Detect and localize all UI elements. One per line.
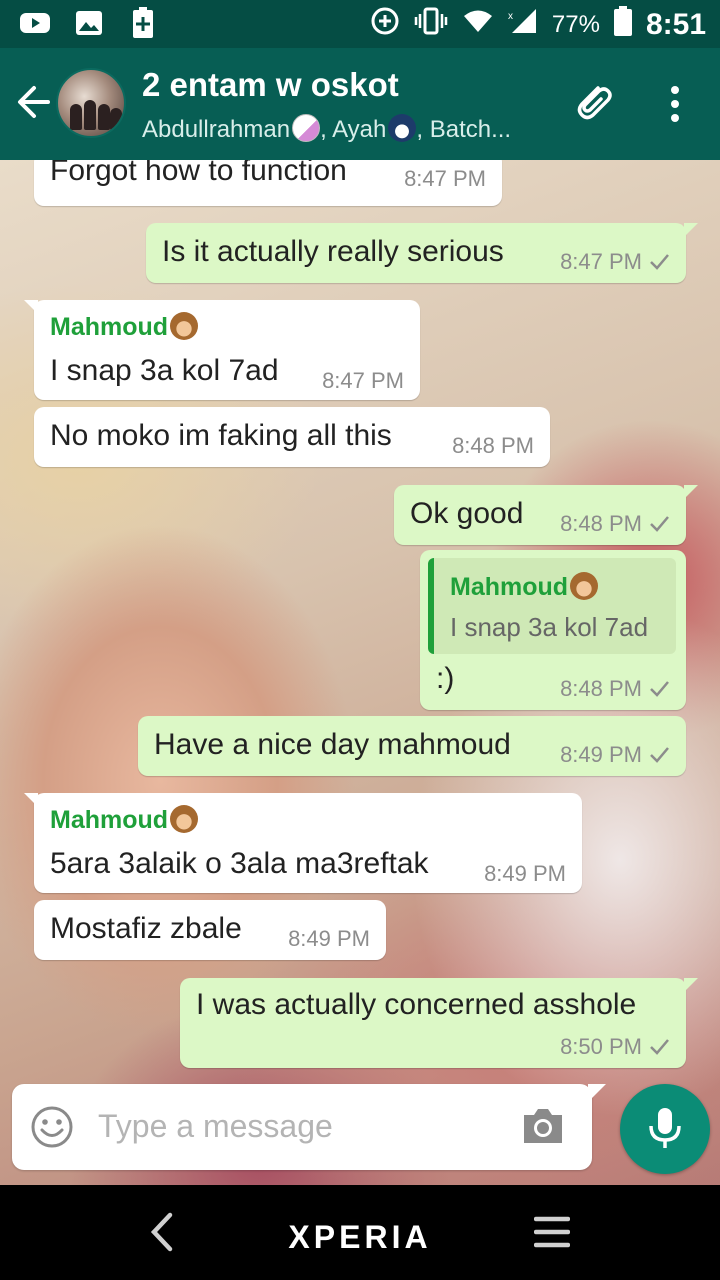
message-time: 8:48 PM — [452, 433, 534, 458]
emoji-icon[interactable] — [30, 1105, 74, 1149]
message-time: 8:49 PM — [288, 926, 370, 951]
battery-percent: 77% — [551, 10, 600, 38]
message-incoming[interactable]: Mostafiz zbale 8:49 PM — [34, 900, 386, 960]
group-participants[interactable]: Abdullrahman , Ayah , Batch... — [142, 114, 511, 144]
message-incoming[interactable]: Mahmoud 5ara 3alaik o 3ala ma3reftak 8:4… — [24, 793, 582, 893]
system-nav-bar: XPERIA — [0, 1185, 720, 1280]
participant-name: , Ayah — [320, 116, 387, 143]
message-incoming[interactable]: Mahmoud I snap 3a kol 7ad 8:47 PM — [24, 300, 420, 400]
message-time: 8:49 PM — [560, 742, 642, 767]
battery-icon — [613, 6, 632, 43]
group-title[interactable]: 2 entam w oskot — [142, 66, 399, 104]
sent-check-icon — [650, 1039, 669, 1055]
battery-saver-icon — [126, 7, 160, 38]
message-composer[interactable]: Type a message — [12, 1084, 592, 1170]
camera-icon[interactable] — [520, 1106, 566, 1146]
signal-icon: x — [508, 7, 538, 42]
message-time: 8:48 PM — [560, 676, 642, 701]
message-meta: 8:49 PM — [560, 742, 670, 768]
penguin-emoji-icon — [388, 114, 417, 142]
message-text: Mostafiz zbale — [50, 912, 242, 945]
message-meta: 8:48 PM — [560, 676, 670, 702]
more-vert-icon[interactable] — [660, 84, 690, 124]
message-meta: 8:47 PM — [560, 249, 670, 275]
sender-name: Mahmoud — [50, 805, 199, 835]
gallery-icon — [72, 8, 106, 38]
youtube-icon — [18, 8, 52, 38]
message-meta: 8:48 PM — [560, 511, 670, 537]
message-text: Ok good — [410, 497, 524, 530]
message-text: 5ara 3alaik o 3ala ma3reftak — [50, 847, 429, 880]
message-text: Have a nice day mahmoud — [154, 728, 511, 761]
wifi-icon — [462, 8, 494, 41]
message-outgoing[interactable]: Is it actually really serious 8:47 PM — [146, 223, 698, 283]
message-time: 8:47 PM — [404, 166, 486, 191]
message-outgoing[interactable]: Ok good 8:48 PM — [394, 485, 698, 545]
brand-logo: XPERIA — [288, 1219, 432, 1255]
message-time: 8:50 PM — [560, 1034, 642, 1059]
message-outgoing-reply[interactable]: Mahmoud I snap 3a kol 7ad :) 8:48 PM — [420, 550, 686, 710]
participant-name: Abdullrahman — [142, 116, 291, 143]
message-incoming[interactable]: No moko im faking all this 8:48 PM — [34, 407, 550, 467]
message-input[interactable]: Type a message — [98, 1108, 333, 1145]
chat-header: 2 entam w oskot Abdullrahman , Ayah , Batc… — [0, 48, 720, 160]
message-text: Is it actually really serious — [162, 235, 504, 268]
quoted-sender: Mahmoud — [450, 572, 599, 602]
monkey-emoji-icon — [170, 312, 199, 340]
message-outgoing[interactable]: I was actually concerned asshole 8:50 PM — [180, 978, 698, 1068]
monkey-emoji-icon — [170, 805, 199, 833]
message-text: No moko im faking all this — [50, 419, 392, 452]
message-text: :) — [436, 662, 455, 695]
attachment-icon[interactable] — [568, 78, 616, 126]
quoted-message[interactable]: Mahmoud I snap 3a kol 7ad — [428, 558, 676, 654]
mic-icon — [649, 1108, 681, 1148]
data-saver-icon — [370, 6, 400, 43]
nav-menu-icon[interactable] — [533, 1215, 571, 1249]
message-time: 8:49 PM — [484, 861, 566, 886]
unicorn-emoji-icon — [292, 114, 321, 142]
message-text: I snap 3a kol 7ad — [50, 354, 279, 387]
sent-check-icon — [650, 681, 669, 697]
sent-check-icon — [650, 747, 669, 763]
message-text: I was actually concerned asshole — [196, 988, 637, 1021]
vibrate-icon — [414, 6, 448, 43]
message-time: 8:47 PM — [560, 249, 642, 274]
message-text: Forgot how to function — [50, 160, 347, 187]
svg-text:x: x — [508, 11, 513, 22]
monkey-emoji-icon — [570, 572, 599, 600]
message-meta: 8:50 PM — [560, 1034, 670, 1060]
message-time: 8:48 PM — [560, 511, 642, 536]
back-arrow-icon[interactable] — [14, 82, 54, 122]
sender-name: Mahmoud — [50, 312, 199, 342]
sent-check-icon — [650, 516, 669, 532]
chat-area[interactable]: Forgot how to function 8:47 PM Is it act… — [0, 160, 720, 1185]
quoted-text: I snap 3a kol 7ad — [450, 612, 649, 642]
status-bar: x 77% 8:51 — [0, 0, 720, 48]
clock: 8:51 — [645, 7, 706, 41]
mic-button[interactable] — [620, 1084, 710, 1174]
message-outgoing[interactable]: Have a nice day mahmoud 8:49 PM — [138, 716, 686, 776]
message-incoming[interactable]: Forgot how to function 8:47 PM — [34, 160, 502, 206]
message-time: 8:47 PM — [322, 368, 404, 393]
group-avatar[interactable] — [56, 68, 126, 138]
participant-name: , Batch... — [416, 116, 512, 143]
sent-check-icon — [650, 254, 669, 270]
